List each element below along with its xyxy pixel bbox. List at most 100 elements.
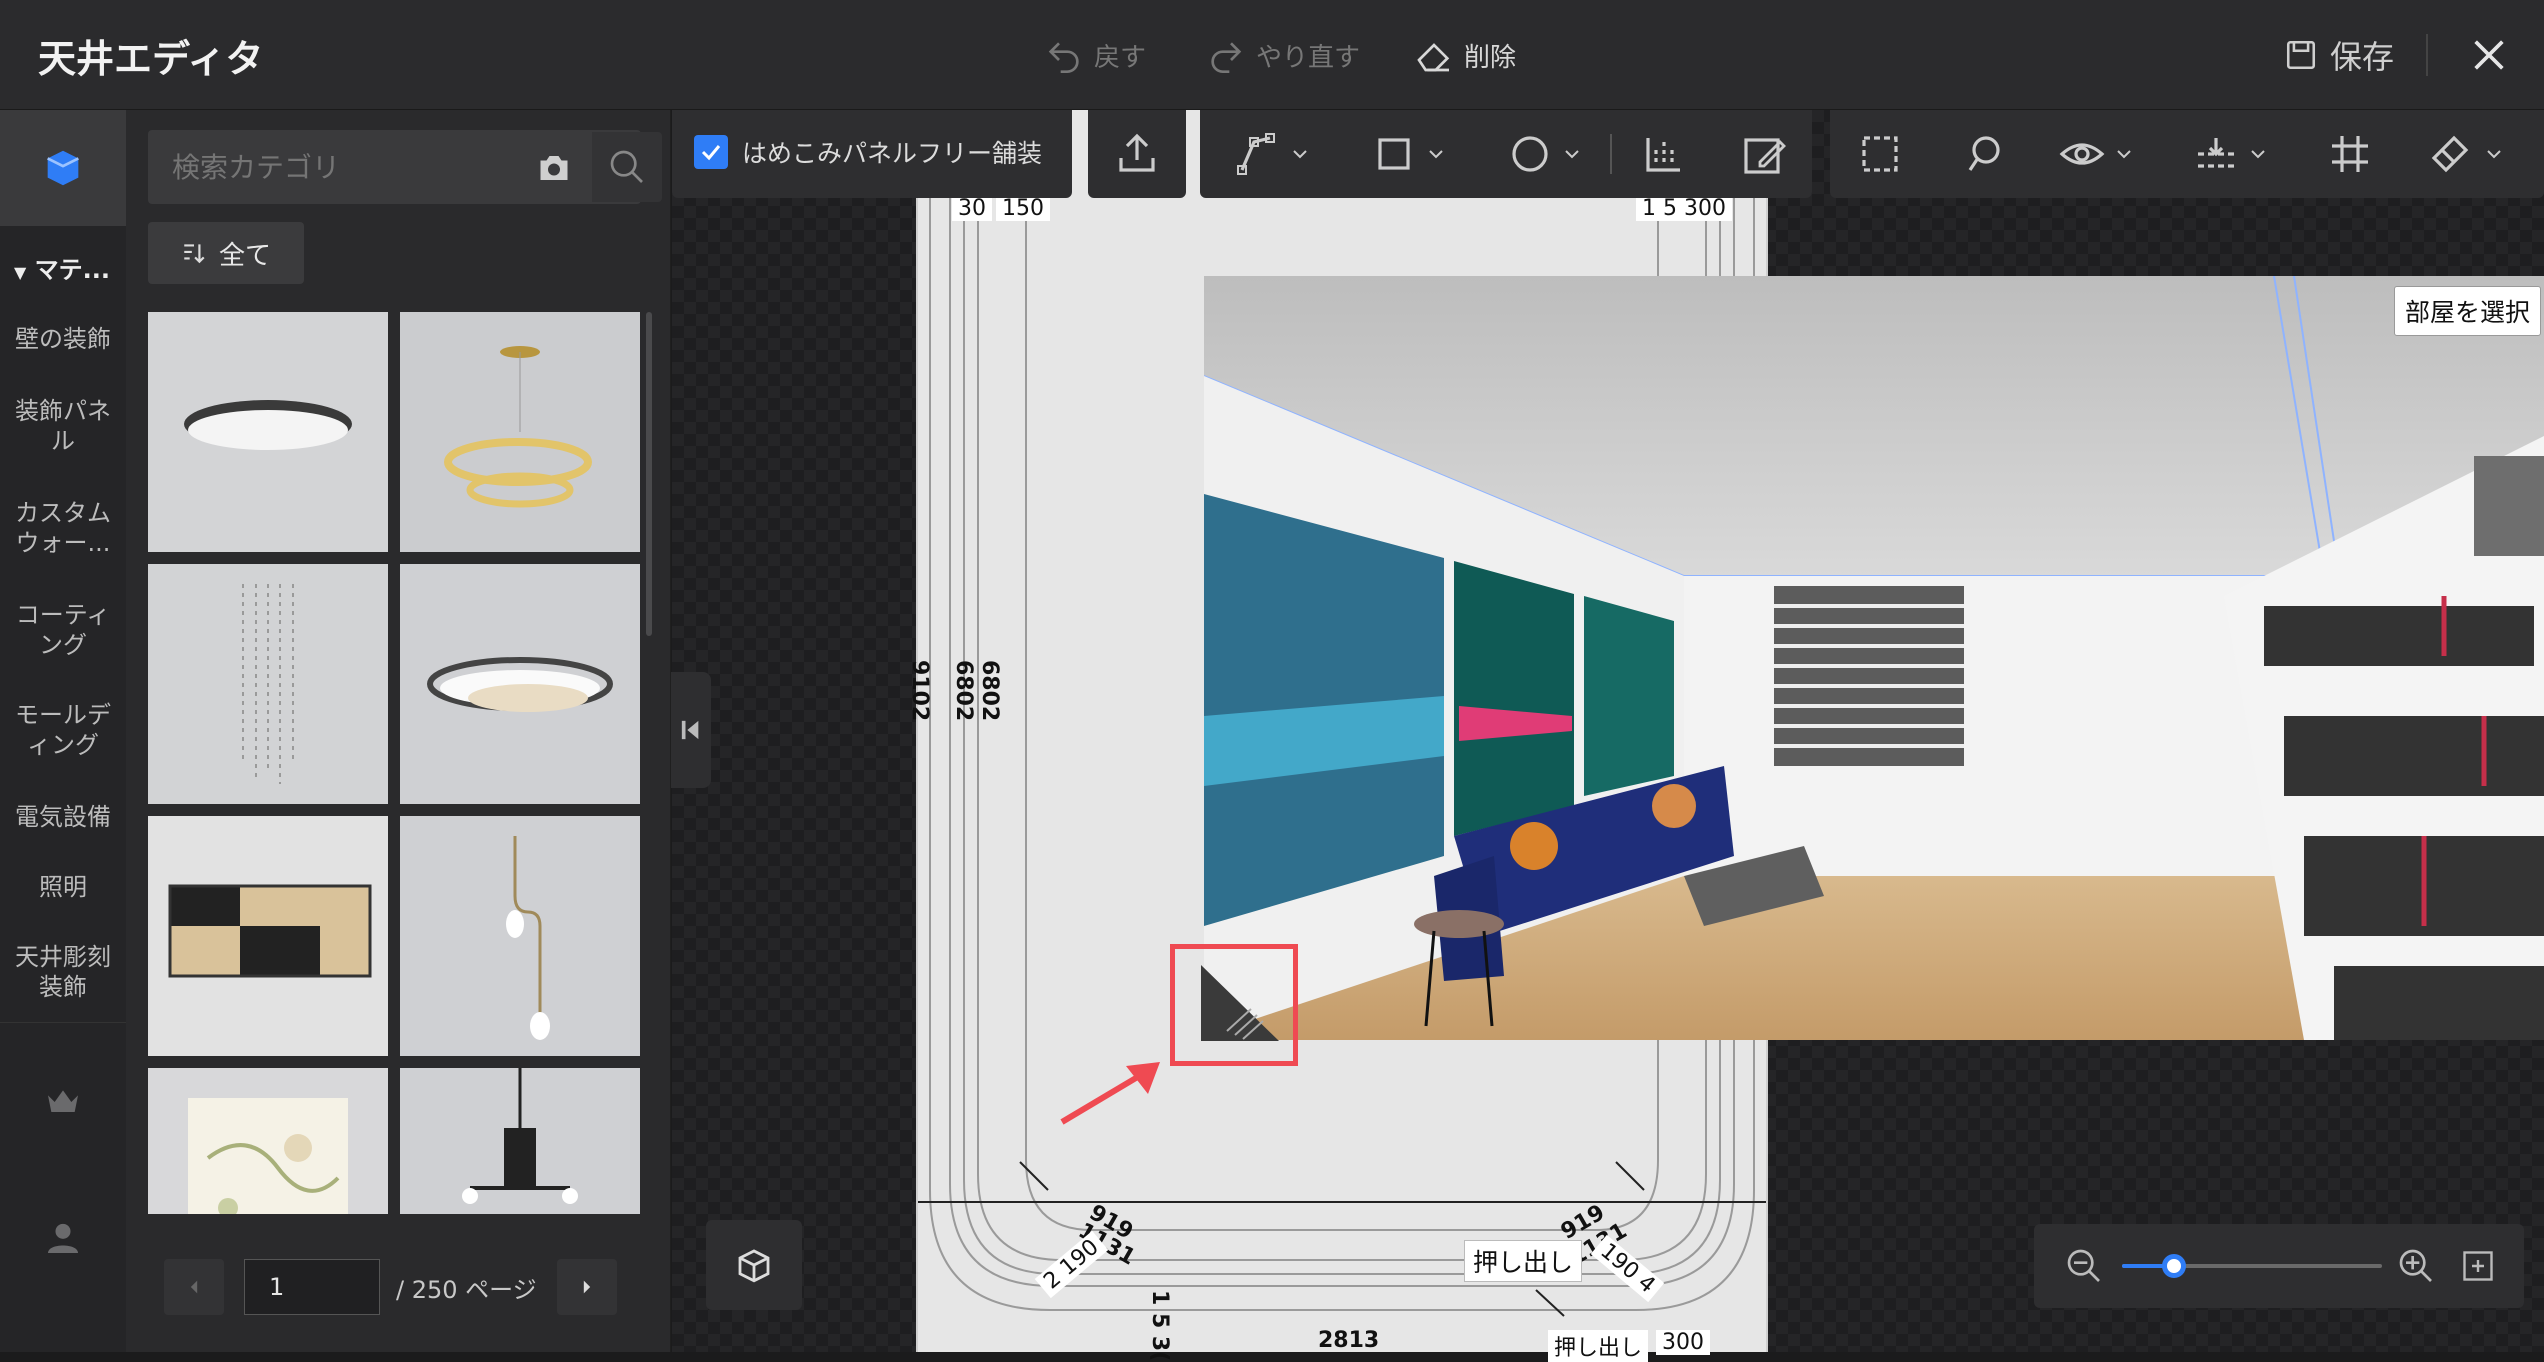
grid-icon[interactable] <box>2326 130 2374 178</box>
eraser-icon <box>1417 43 1450 72</box>
product-tile[interactable] <box>400 564 640 804</box>
nav-item-deco-panel[interactable]: 装飾パネル <box>0 396 126 456</box>
page-number-input[interactable] <box>244 1259 380 1315</box>
material-library-tab[interactable] <box>0 110 126 226</box>
seamless-panel-option[interactable]: はめこみパネルフリー舗装 <box>694 134 1042 170</box>
snap-icon[interactable] <box>2192 130 2240 178</box>
cube-icon <box>738 1249 770 1283</box>
paint-brush-icon[interactable] <box>2426 130 2474 178</box>
zoom-control <box>2034 1224 2524 1308</box>
title-bar: 天井エディタ 戻す やり直す 削除 保存 <box>0 0 2544 110</box>
pen-draw-icon[interactable] <box>1234 130 1282 178</box>
chevron-down-icon[interactable] <box>2112 130 2136 178</box>
undo-button[interactable]: 戻す <box>1044 30 1146 80</box>
dim-label: 1 5 3( <box>1147 1290 1172 1362</box>
crown-icon[interactable] <box>43 1082 83 1122</box>
save-button[interactable]: 保存 <box>2284 30 2394 80</box>
product-tile[interactable] <box>148 816 388 1056</box>
zoom-slider-track[interactable] <box>2122 1264 2382 1268</box>
seamless-panel-checkbox[interactable] <box>694 135 728 169</box>
dim-label: 300 <box>1656 1330 1710 1355</box>
nav-item-molding[interactable]: モールディング <box>0 700 126 760</box>
delete-label: 削除 <box>1464 42 1517 73</box>
lasso-icon[interactable] <box>1958 130 2006 178</box>
3d-preview[interactable] <box>1204 276 2544 1040</box>
3d-view-toggle[interactable] <box>706 1220 802 1310</box>
chevron-down-icon[interactable] <box>2246 130 2270 178</box>
square-light-image <box>148 816 388 1056</box>
eye-icon[interactable] <box>2058 130 2106 178</box>
options-toolbar: はめこみパネルフリー舗装 <box>672 110 1072 198</box>
next-page-button[interactable] <box>556 1259 617 1315</box>
chevron-down-icon[interactable] <box>1560 130 1584 178</box>
check-icon <box>701 145 721 161</box>
align-bottom-icon[interactable] <box>1640 130 1688 178</box>
undo-label: 戻す <box>1094 42 1147 73</box>
circle-icon[interactable] <box>1506 130 1554 178</box>
nav-item-custom-wall[interactable]: カスタムウォー... <box>0 498 126 558</box>
nav-section-header[interactable]: ▼ マテ... <box>14 250 110 285</box>
view-toolbar <box>1830 110 2544 198</box>
black-chandelier-image <box>400 1068 640 1214</box>
save-icon <box>2286 40 2316 70</box>
floral-lantern-image <box>148 1068 388 1214</box>
nav-item-wall-decor[interactable]: 壁の装飾 <box>0 324 126 354</box>
close-button[interactable] <box>2464 30 2514 80</box>
user-icon[interactable] <box>43 1218 83 1258</box>
pendant-glass-image <box>400 816 640 1056</box>
search-input[interactable] <box>148 130 568 204</box>
edit-panel-icon[interactable] <box>1740 130 1788 178</box>
rectangle-icon[interactable] <box>1370 130 1418 178</box>
grid-scrollbar[interactable] <box>646 312 652 636</box>
zoom-in-icon[interactable] <box>2396 1246 2436 1286</box>
toolbar-divider <box>1610 134 1612 174</box>
product-tile[interactable] <box>400 312 640 552</box>
dim-label: 6802 <box>977 660 1002 722</box>
dim-label: 6802 <box>951 660 976 722</box>
ceiling-light-image <box>148 312 388 552</box>
search-button[interactable] <box>592 132 662 202</box>
nav-item-ceiling-carving[interactable]: 天井彫刻装飾 <box>0 942 126 1002</box>
all-label: 全て <box>218 240 271 271</box>
chevron-left-icon <box>190 1280 198 1294</box>
nav-item-lighting[interactable]: 照明 <box>0 872 126 902</box>
product-tile[interactable] <box>148 312 388 552</box>
prev-page-button[interactable] <box>164 1259 224 1315</box>
search-box <box>148 130 662 204</box>
product-tile[interactable] <box>148 564 388 804</box>
pointer-arrow-icon <box>1060 1062 1160 1125</box>
select-room-button[interactable]: 部屋を選択 <box>2394 286 2542 336</box>
nav-divider <box>0 1022 126 1023</box>
collapse-left-icon <box>681 720 699 740</box>
chevron-down-icon[interactable] <box>1288 130 1312 178</box>
product-tile[interactable] <box>400 1068 640 1214</box>
camera-icon[interactable] <box>536 150 572 186</box>
zoom-slider-handle[interactable] <box>2162 1254 2186 1278</box>
corner-resize-icon[interactable] <box>1175 949 1293 1061</box>
product-tile[interactable] <box>400 816 640 1056</box>
extrude-label-2: 押し出し <box>1548 1330 1649 1362</box>
chevron-down-icon[interactable] <box>2482 130 2506 178</box>
upload-icon[interactable] <box>1113 130 1161 178</box>
ring-ceiling-light-image <box>400 564 640 804</box>
delete-button[interactable]: 削除 <box>1414 30 1516 80</box>
nav-item-electrical[interactable]: 電気設備 <box>0 802 126 832</box>
redo-label: やり直す <box>1256 42 1361 73</box>
sort-all-button[interactable]: 全て <box>148 222 304 284</box>
save-label: 保存 <box>2330 38 2395 76</box>
crystal-chandelier-image <box>148 564 388 804</box>
seamless-panel-label: はめこみパネルフリー舗装 <box>742 139 1043 168</box>
collapse-panel-button[interactable] <box>671 672 711 788</box>
extrude-label[interactable]: 押し出し <box>1464 1240 1583 1282</box>
dim-label: 1 5 300 <box>1636 196 1732 221</box>
zoom-out-icon[interactable] <box>2064 1246 2104 1286</box>
titlebar-divider <box>2426 34 2428 76</box>
nav-item-coating[interactable]: コーティング <box>0 600 126 660</box>
product-tile[interactable] <box>148 1068 388 1214</box>
fit-view-icon[interactable] <box>2460 1248 2496 1284</box>
box-icon <box>47 150 79 186</box>
chevron-down-icon[interactable] <box>1424 130 1448 178</box>
product-panel: 全て <box>126 110 671 1352</box>
select-frame-icon[interactable] <box>1856 130 1904 178</box>
redo-button[interactable]: やり直す <box>1206 30 1360 80</box>
